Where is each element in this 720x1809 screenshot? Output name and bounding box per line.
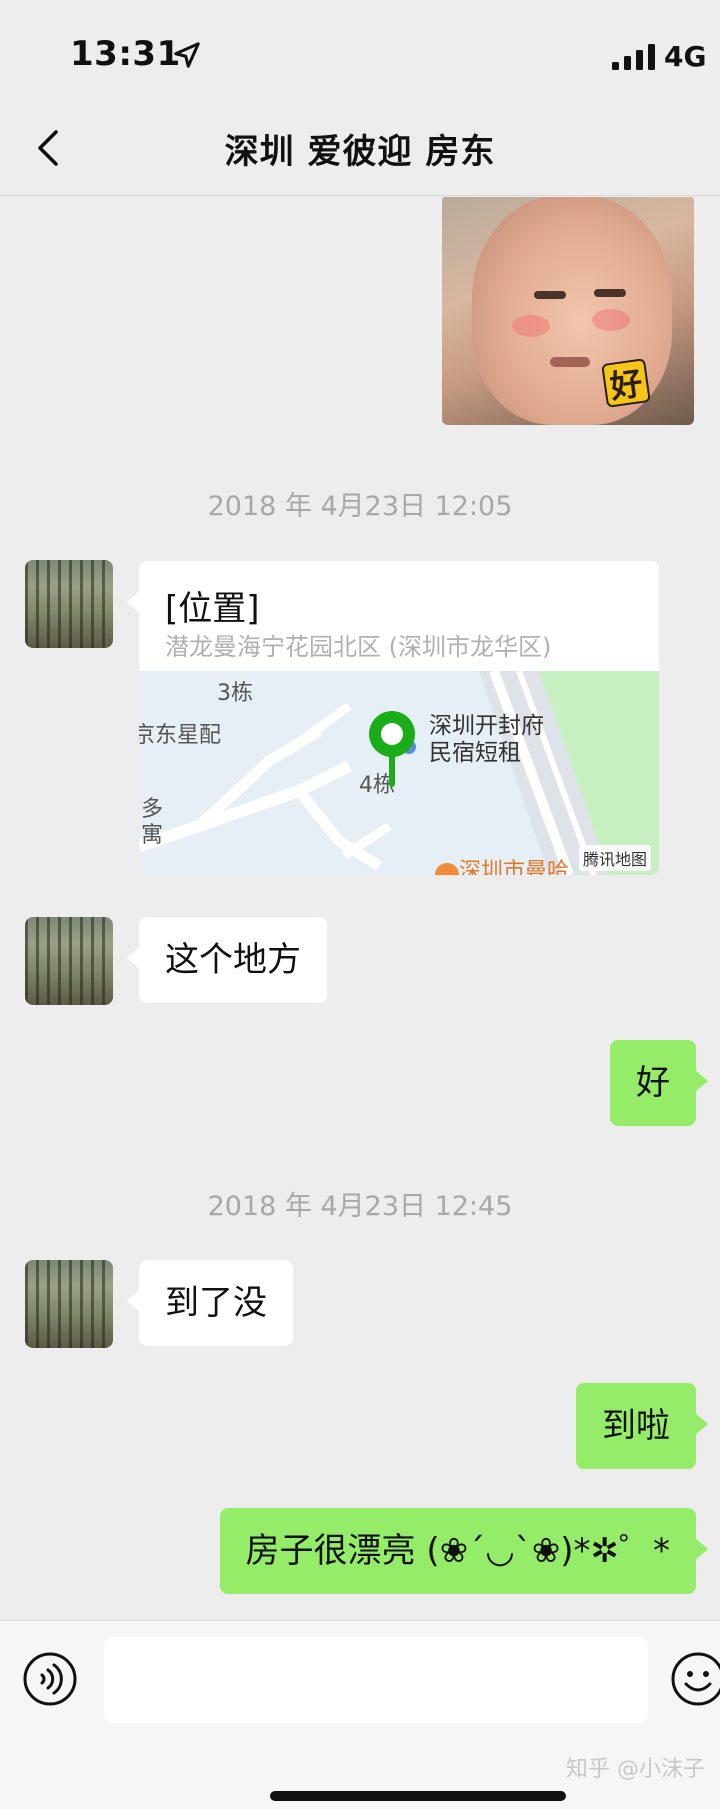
network-type: 4G	[664, 40, 707, 73]
sticker-message[interactable]: 好	[442, 197, 694, 425]
input-bar: 知乎 @小沫子	[0, 1620, 720, 1809]
avatar[interactable]	[25, 1260, 113, 1348]
sticker-eye	[534, 291, 566, 299]
map-label: 寓	[141, 823, 164, 848]
location-card[interactable]: [位置] 潜龙曼海宁花园北区 (深圳市龙华区) 3栋 京东星配 4栋 多 寓 深…	[139, 561, 659, 875]
message-bubble-self[interactable]: 好	[610, 1040, 708, 1126]
chat-title: 深圳 爱彼迎 房东	[224, 132, 496, 172]
avatar[interactable]	[25, 560, 113, 648]
nav-bar: 深圳 爱彼迎 房东	[0, 100, 720, 196]
location-map: 3栋 京东星配 4栋 多 寓 深圳开封府 民宿短租 深圳市曼哈 腾讯地图	[139, 671, 659, 875]
message-input[interactable]	[104, 1637, 648, 1723]
sticker-mouth	[550, 357, 590, 367]
home-indicator[interactable]	[270, 1791, 566, 1801]
map-poi-label: 深圳开封府 民宿短租	[429, 713, 544, 766]
message-bubble[interactable]: 到了没	[127, 1260, 293, 1346]
signal-icon	[612, 44, 655, 70]
timestamp: 2018 年 4月23日 12:45	[207, 1191, 513, 1222]
map-brand-logo: 腾讯地图	[578, 845, 651, 871]
watermark: 知乎 @小沫子	[566, 1757, 705, 1782]
emoji-icon[interactable]	[670, 1651, 720, 1707]
message-bubble-self[interactable]: 到啦	[576, 1383, 708, 1469]
map-label: 深圳市曼哈	[459, 859, 570, 875]
sticker-eye	[594, 289, 626, 297]
message-bubble-self[interactable]: 房子很漂亮 (❀´◡`❀)*✲゜*	[219, 1508, 709, 1594]
sticker-caption: 好	[601, 358, 651, 408]
status-bar: 13:31 4G	[0, 0, 720, 100]
sticker-cheek	[512, 315, 550, 337]
avatar[interactable]	[25, 917, 113, 1005]
location-pin-icon	[369, 711, 415, 787]
sticker-cheek	[592, 309, 630, 331]
message-bubble[interactable]: 这个地方	[127, 917, 327, 1003]
location-arrow-icon	[174, 42, 200, 68]
map-label: 3栋	[217, 681, 253, 706]
timestamp: 2018 年 4月23日 12:05	[207, 491, 513, 522]
location-title: [位置]	[165, 589, 260, 629]
status-time: 13:31	[70, 34, 181, 74]
location-address: 潜龙曼海宁花园北区 (深圳市龙华区)	[165, 633, 552, 661]
chat-messages[interactable]: 好 2018 年 4月23日 12:05 [位置] 潜龙曼海宁花园北区 (深圳市…	[0, 197, 720, 1620]
map-label: 京东星配	[139, 723, 222, 748]
voice-icon[interactable]	[22, 1651, 78, 1707]
